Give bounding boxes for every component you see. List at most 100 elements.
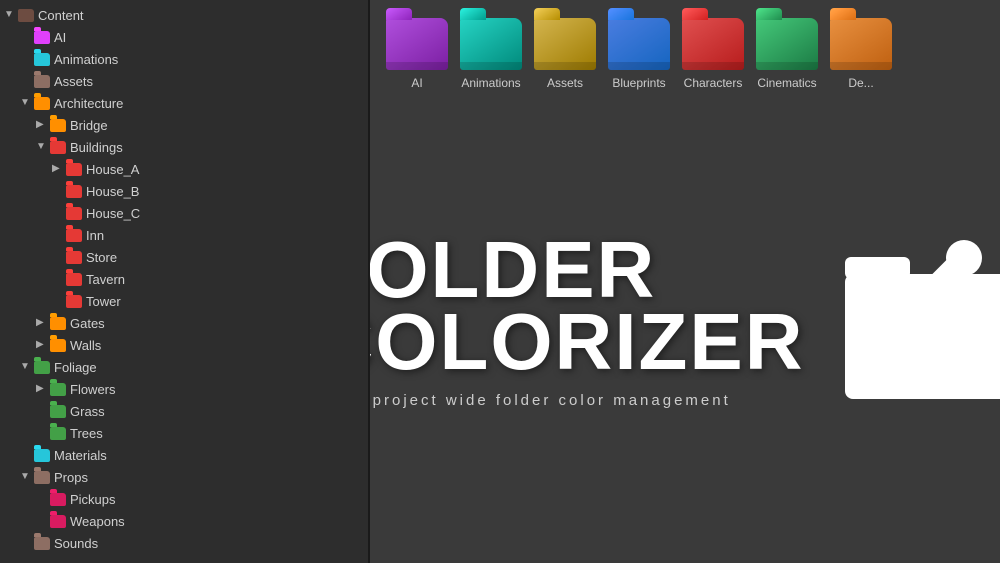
tree-items-container: AI Animations Assets Architecture Bridge Buil… xyxy=(0,26,368,554)
folder-icon xyxy=(34,537,50,550)
folder-3d-icon xyxy=(386,18,448,70)
tree-item-grass[interactable]: Grass xyxy=(0,400,368,422)
folders-container: AI Animations Assets Blueprints CharactersCi… xyxy=(386,18,892,90)
folder-icon xyxy=(34,53,50,66)
tree-item-label: Buildings xyxy=(70,140,123,155)
folder-icon xyxy=(66,273,82,286)
tree-item-ai[interactable]: AI xyxy=(0,26,368,48)
tree-item-foliage[interactable]: Foliage xyxy=(0,356,368,378)
folder-3d-icon xyxy=(830,18,892,70)
arrow-icon xyxy=(52,229,64,241)
tree-item-label: Walls xyxy=(70,338,101,353)
tree-item-pickups[interactable]: Pickups xyxy=(0,488,368,510)
promo-subtitle: quick project wide folder color manageme… xyxy=(370,392,805,409)
folder-icon xyxy=(34,31,50,44)
tree-item-label: Tavern xyxy=(86,272,125,287)
arrow-icon xyxy=(36,317,48,329)
arrow-icon xyxy=(36,515,48,527)
tree-item-label: House_B xyxy=(86,184,139,199)
tree-item-store[interactable]: Store xyxy=(0,246,368,268)
tree-item-house-b[interactable]: House_B xyxy=(0,180,368,202)
tree-item-label: Animations xyxy=(54,52,118,67)
folder-3d-characters[interactable]: Characters xyxy=(682,18,744,90)
tree-item-assets[interactable]: Assets xyxy=(0,70,368,92)
tree-item-label: Props xyxy=(54,470,88,485)
folder-3d-ai[interactable]: AI xyxy=(386,18,448,90)
tree-item-label: House_A xyxy=(86,162,139,177)
folder-3d-label: Blueprints xyxy=(612,76,665,90)
folder-icon xyxy=(66,295,82,308)
tree-item-label: Architecture xyxy=(54,96,123,111)
folder-icon xyxy=(50,339,66,352)
tree-item-animations[interactable]: Animations xyxy=(0,48,368,70)
folder-3d-blueprints[interactable]: Blueprints xyxy=(608,18,670,90)
folder-3d-label: AI xyxy=(411,76,422,90)
tree-item-flowers[interactable]: Flowers xyxy=(0,378,368,400)
arrow-icon xyxy=(52,273,64,285)
arrow-icon xyxy=(20,449,32,461)
promo-title-folder: FOLDER xyxy=(370,234,805,306)
folder-3d-cinematics[interactable]: Cinematics xyxy=(756,18,818,90)
folder-icon xyxy=(50,405,66,418)
arrow-icon xyxy=(52,185,64,197)
tree-item-label: Tower xyxy=(86,294,121,309)
arrow-icon xyxy=(20,31,32,43)
folder-icon xyxy=(34,449,50,462)
arrow-icon xyxy=(52,163,64,175)
folder-icon xyxy=(50,515,66,528)
arrow-icon xyxy=(20,97,32,109)
tree-item-buildings[interactable]: Buildings xyxy=(0,136,368,158)
tree-item-materials[interactable]: Materials xyxy=(0,444,368,466)
arrow-icon xyxy=(20,537,32,549)
tree-item-tavern[interactable]: Tavern xyxy=(0,268,368,290)
folder-3d-icon xyxy=(608,18,670,70)
tree-item-tower[interactable]: Tower xyxy=(0,290,368,312)
arrow-icon xyxy=(20,75,32,87)
tree-item-sounds[interactable]: Sounds xyxy=(0,532,368,554)
folder-icon xyxy=(50,427,66,440)
folder-3d-icon xyxy=(756,18,818,70)
tree-item-label: Inn xyxy=(86,228,104,243)
arrow-icon xyxy=(52,251,64,263)
folder-icon xyxy=(50,317,66,330)
folder-icon xyxy=(50,141,66,154)
tree-item-house-a[interactable]: House_A xyxy=(0,158,368,180)
folder-icon xyxy=(66,163,82,176)
arrow-icon xyxy=(36,119,48,131)
arrow-icon xyxy=(36,383,48,395)
tree-root[interactable]: Content xyxy=(0,4,368,26)
tree-item-props[interactable]: Props xyxy=(0,466,368,488)
arrow-icon xyxy=(36,427,48,439)
tree-item-gates[interactable]: Gates xyxy=(0,312,368,334)
tree-item-inn[interactable]: Inn xyxy=(0,224,368,246)
tree-item-trees[interactable]: Trees xyxy=(0,422,368,444)
folder-icon xyxy=(66,229,82,242)
folder-icon xyxy=(50,383,66,396)
tree-container[interactable]: Content AI Animations Assets Architecture Br… xyxy=(0,0,368,563)
folder-3d-icon xyxy=(460,18,522,70)
tree-item-house-c[interactable]: House_C xyxy=(0,202,368,224)
folder-3d-label: Assets xyxy=(547,76,583,90)
tree-item-label: Grass xyxy=(70,404,105,419)
promo-text-block: FOLDER COLORIZER quick project wide fold… xyxy=(370,234,805,409)
folder-icon xyxy=(50,493,66,506)
tree-item-bridge[interactable]: Bridge xyxy=(0,114,368,136)
tree-item-label: Sounds xyxy=(54,536,98,551)
tree-item-label: Content xyxy=(38,8,84,23)
folder-3d-assets[interactable]: Assets xyxy=(534,18,596,90)
tree-item-label: House_C xyxy=(86,206,140,221)
tree-item-label: Flowers xyxy=(70,382,116,397)
arrow-icon xyxy=(36,339,48,351)
tree-item-walls[interactable]: Walls xyxy=(0,334,368,356)
folder-colorizer-icon xyxy=(835,219,1000,424)
tree-item-label: Trees xyxy=(70,426,103,441)
tree-item-architecture[interactable]: Architecture xyxy=(0,92,368,114)
arrow-icon xyxy=(36,493,48,505)
folder-3d-de...[interactable]: De... xyxy=(830,18,892,90)
folder-icon xyxy=(66,251,82,264)
folder-icon xyxy=(66,207,82,220)
folder-icon xyxy=(50,119,66,132)
tree-item-label: Store xyxy=(86,250,117,265)
folder-3d-animations[interactable]: Animations xyxy=(460,18,522,90)
tree-item-weapons[interactable]: Weapons xyxy=(0,510,368,532)
